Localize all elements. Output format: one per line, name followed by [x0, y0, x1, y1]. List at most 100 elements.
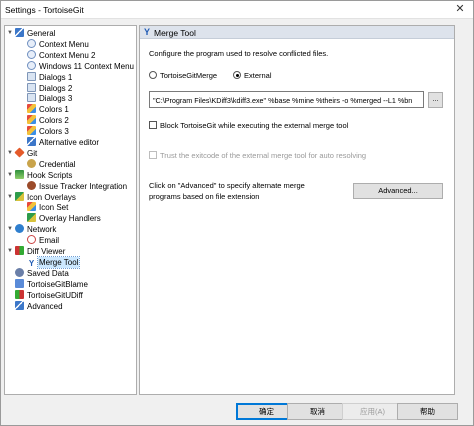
- dialog-icon: [27, 93, 36, 103]
- tree-item-label: TortoiseGitBlame: [27, 279, 88, 289]
- tree-item-label: Issue Tracker Integration: [39, 181, 128, 191]
- wrench-icon: [15, 28, 24, 37]
- tree-item-label: Advanced: [27, 301, 63, 311]
- tree-item-label: Colors 3: [39, 127, 69, 137]
- network-icon: [15, 224, 24, 234]
- tree-item-label: Colors 1: [39, 105, 69, 115]
- palette-icon: [27, 126, 36, 136]
- tree-item-label: Dialogs 3: [39, 94, 73, 104]
- tree-item-label: Merge Tool: [36, 255, 81, 269]
- saved-data-icon: [15, 267, 24, 277]
- tree-item-label: Icon Set: [39, 203, 69, 213]
- tree-item-label: Context Menu 2: [39, 50, 96, 60]
- hook-icon: [15, 169, 24, 179]
- expander-icon[interactable]: ▼: [7, 246, 15, 257]
- tree-item-label: Hook Scripts: [27, 170, 73, 180]
- panel-header: Y Merge Tool: [140, 26, 454, 39]
- tree-item-issue-tracker-integration[interactable]: Issue Tracker Integration: [27, 180, 128, 192]
- tree-item-label: Credential: [39, 159, 76, 169]
- tree-item-label: Alternative editor: [39, 138, 100, 147]
- advanced-hint-line2: programs based on file extension: [149, 192, 260, 201]
- udiff-icon: [15, 289, 24, 299]
- bug-icon: [27, 180, 36, 190]
- context-menu-icon: [27, 38, 36, 48]
- tortoisegitmerge-radio-label[interactable]: TortoiseGitMerge: [160, 71, 217, 80]
- tree-item-label: Network: [27, 225, 57, 235]
- trust-exitcode-checkbox[interactable]: [149, 151, 157, 159]
- external-radio[interactable]: [233, 71, 241, 79]
- tree-item-label: Email: [39, 236, 60, 246]
- tortoisegitmerge-radio[interactable]: [149, 71, 157, 79]
- expander-icon[interactable]: ▼: [7, 148, 15, 159]
- credential-icon: [27, 158, 36, 168]
- tree-item-label: Overlay Handlers: [39, 214, 101, 224]
- tree-item-icon-set[interactable]: Icon Set: [27, 202, 69, 213]
- tree-item-icon-overlays[interactable]: ▼ Icon Overlays: [7, 191, 77, 203]
- merge-icon: Y: [28, 258, 35, 268]
- tree-item-dialogs-1[interactable]: Dialogs 1: [27, 71, 73, 83]
- tree-item-hook-scripts[interactable]: ▼ Hook Scripts: [7, 169, 73, 181]
- context-menu-icon: [27, 49, 36, 59]
- overlay-icon: [15, 191, 24, 201]
- tree-item-network[interactable]: ▼ Network: [7, 224, 57, 235]
- trust-exitcode-label: Trust the exitcode of the external merge…: [160, 151, 367, 160]
- tree-item-tortoisegitudiff[interactable]: TortoiseGitUDiff: [7, 289, 84, 301]
- tree-item-overlay-handlers[interactable]: Overlay Handlers: [27, 213, 102, 224]
- advanced-button[interactable]: Advanced...: [353, 183, 443, 199]
- external-tool-path-input[interactable]: "C:\Program Files\KDiff3\kdiff3.exe" %ba…: [149, 91, 424, 108]
- advanced-icon: [15, 300, 24, 310]
- tree-item-credential[interactable]: Credential: [27, 158, 76, 170]
- cancel-button[interactable]: 取消: [287, 403, 348, 420]
- tree-item-colors-2[interactable]: Colors 2: [27, 115, 70, 126]
- tree-item-label: Dialogs 2: [39, 83, 73, 93]
- title-bar: Settings - TortoiseGit ✕: [1, 1, 473, 19]
- palette-icon: [27, 115, 36, 125]
- tree-item-merge-tool[interactable]: Y Merge Tool: [27, 255, 81, 269]
- settings-tree[interactable]: ▼ General Context Menu Context Menu 2 Window…: [4, 25, 137, 395]
- tree-item-context-menu-2[interactable]: Context Menu 2: [27, 49, 96, 61]
- tree-item-label: Windows 11 Context Menu: [39, 61, 135, 71]
- tree-item-colors-1[interactable]: Colors 1: [27, 104, 70, 115]
- tree-item-label: Diff Viewer: [27, 247, 66, 256]
- tree-item-advanced[interactable]: Advanced: [7, 300, 64, 312]
- tree-item-general[interactable]: ▼ General: [7, 28, 56, 39]
- close-button[interactable]: ✕: [451, 2, 469, 17]
- merge-icon: Y: [144, 27, 151, 37]
- block-tortoisegit-label[interactable]: Block TortoiseGit while executing the ex…: [160, 121, 348, 130]
- apply-button[interactable]: 应用(A): [342, 403, 403, 420]
- tree-item-dialogs-2[interactable]: Dialogs 2: [27, 82, 73, 94]
- expander-icon[interactable]: ▼: [7, 170, 15, 181]
- expander-icon[interactable]: ▼: [7, 28, 15, 39]
- editor-icon: [27, 137, 36, 146]
- tree-item-git[interactable]: ▼ Git: [7, 147, 38, 159]
- browse-button[interactable]: ...: [428, 92, 443, 108]
- tree-item-label: Context Menu: [39, 39, 89, 49]
- tree-item-windows-11-context-menu[interactable]: Windows 11 Context Menu: [27, 60, 135, 72]
- expander-icon[interactable]: ▼: [7, 224, 15, 235]
- tree-item-context-menu[interactable]: Context Menu: [27, 38, 90, 50]
- settings-window: Settings - TortoiseGit ✕ ▼ General Context…: [0, 0, 474, 426]
- tree-item-label: Saved Data: [27, 268, 69, 278]
- window-title: Settings - TortoiseGit: [5, 5, 84, 15]
- tree-item-dialogs-3[interactable]: Dialogs 3: [27, 93, 73, 104]
- block-tortoisegit-checkbox[interactable]: [149, 121, 157, 129]
- tree-item-label: Dialogs 1: [39, 72, 73, 82]
- tree-item-tortoisegitblame[interactable]: TortoiseGitBlame: [7, 278, 89, 290]
- tree-item-diff-viewer[interactable]: ▼ Diff Viewer: [7, 246, 66, 257]
- tree-item-email[interactable]: Email: [27, 235, 60, 246]
- icon-set-icon: [27, 202, 36, 212]
- diff-icon: [15, 246, 24, 255]
- tree-item-alternative-editor[interactable]: Alternative editor: [27, 137, 100, 148]
- blame-icon: [15, 278, 24, 288]
- external-radio-label[interactable]: External: [244, 71, 272, 80]
- dialog-icon: [27, 82, 36, 92]
- help-button[interactable]: 帮助: [397, 403, 458, 420]
- tree-item-saved-data[interactable]: Saved Data: [7, 267, 70, 279]
- tree-item-label: Icon Overlays: [27, 192, 76, 202]
- palette-icon: [27, 104, 36, 114]
- email-icon: [27, 235, 36, 245]
- expander-icon[interactable]: ▼: [7, 192, 15, 203]
- tree-item-colors-3[interactable]: Colors 3: [27, 126, 70, 137]
- tree-item-label: Colors 2: [39, 116, 69, 126]
- tree-item-label: TortoiseGitUDiff: [27, 290, 83, 300]
